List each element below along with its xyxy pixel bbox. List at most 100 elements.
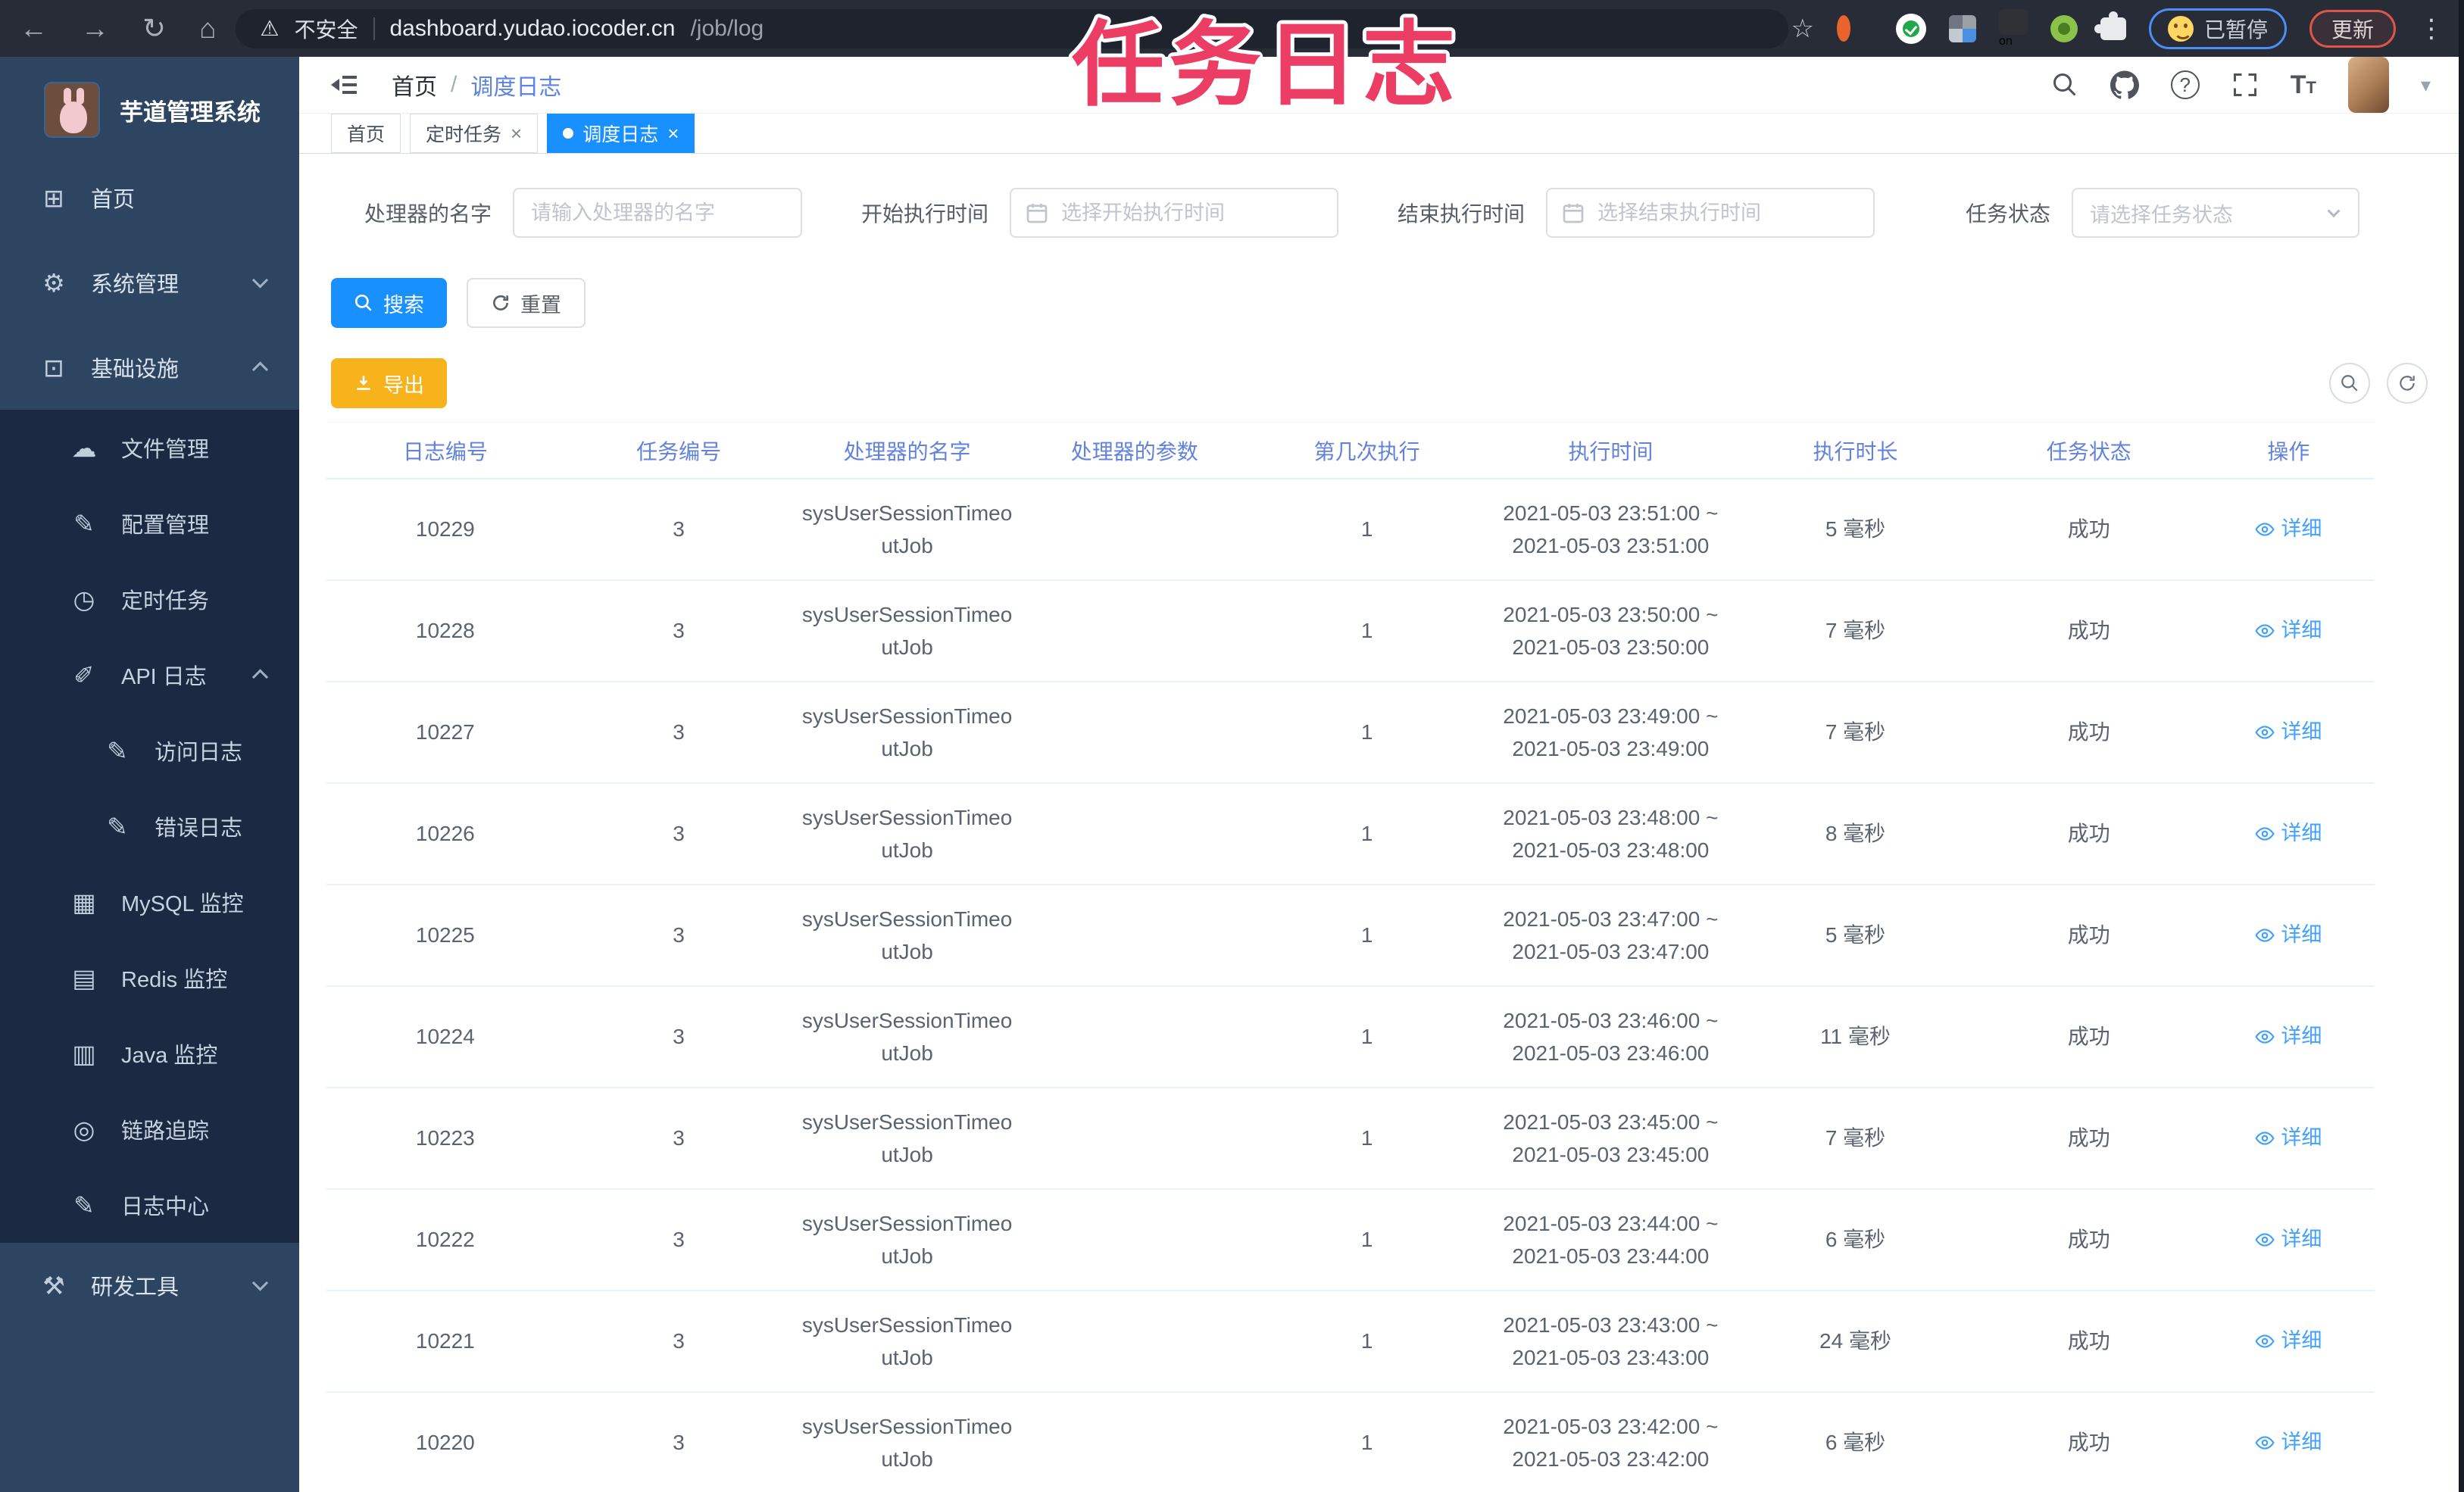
column-header: 处理器的参数 bbox=[1070, 439, 1198, 464]
leaf-extension-icon[interactable] bbox=[2050, 14, 2078, 42]
sidebar-item-api-logs[interactable]: ✐ API 日志 bbox=[0, 637, 299, 713]
table-row: 10228 3 sysUserSessionTimeoutJob 1 2021-… bbox=[326, 581, 2375, 682]
ring-extension-icon[interactable] bbox=[1836, 14, 1850, 42]
chevron-down-icon bbox=[251, 272, 269, 294]
handler-name: sysUserSessionTimeoutJob bbox=[801, 704, 1013, 760]
sidebar-item-system[interactable]: ⚙ 系统管理 bbox=[0, 240, 299, 325]
fullscreen-icon[interactable] bbox=[2231, 71, 2259, 98]
toolbox-icon: ⚒ bbox=[42, 1271, 65, 1300]
extensions-puzzle-icon[interactable] bbox=[2100, 17, 2126, 40]
search-button-label: 搜索 bbox=[383, 293, 424, 317]
grid-extension-icon[interactable] bbox=[1948, 14, 1976, 42]
actions-cell: 详细 bbox=[2203, 818, 2375, 850]
actions-cell: 详细 bbox=[2203, 919, 2375, 951]
run-index-cell: 1 bbox=[1360, 822, 1373, 846]
status-cell: 成功 bbox=[2067, 923, 2110, 947]
job-id-cell: 3 bbox=[673, 720, 685, 744]
handler-name-input[interactable] bbox=[513, 188, 802, 238]
breadcrumb-home[interactable]: 首页 bbox=[392, 68, 437, 101]
help-icon[interactable]: ? bbox=[2170, 70, 2200, 99]
sidebar-item-home[interactable]: ⊞ 首页 bbox=[0, 155, 299, 240]
status-cell: 成功 bbox=[2067, 1329, 2110, 1353]
scrollbar[interactable] bbox=[2459, 0, 2464, 1492]
detail-link[interactable]: 详细 bbox=[2255, 1122, 2322, 1154]
detail-link[interactable]: 详细 bbox=[2255, 615, 2322, 647]
on-extension-icon[interactable]: on bbox=[1998, 8, 2028, 48]
back-icon[interactable]: ← bbox=[20, 14, 48, 42]
reload-icon[interactable]: ↻ bbox=[142, 14, 166, 42]
detail-link[interactable]: 详细 bbox=[2255, 919, 2322, 951]
detail-link[interactable]: 详细 bbox=[2255, 1224, 2322, 1256]
handler-name-label: 处理器的名字 bbox=[364, 202, 492, 226]
not-secure-label[interactable]: 不安全 bbox=[294, 14, 358, 44]
app-logo-row[interactable]: 芋道管理系统 bbox=[0, 57, 299, 155]
v-extension-icon[interactable] bbox=[1895, 13, 1926, 44]
export-button-label: 导出 bbox=[383, 373, 424, 397]
github-icon[interactable] bbox=[2110, 70, 2139, 99]
sidebar-item-redis-monitor[interactable]: ▤ Redis 监控 bbox=[0, 940, 299, 1016]
table-row: 10221 3 sysUserSessionTimeoutJob 1 2021-… bbox=[326, 1291, 2375, 1393]
exec-time-end: 2021-05-03 23:46:00 bbox=[1512, 1041, 1710, 1065]
exec-time-start: 2021-05-03 23:44:00 ~ bbox=[1503, 1211, 1719, 1235]
home-icon[interactable]: ⌂ bbox=[199, 14, 216, 42]
detail-link[interactable]: 详细 bbox=[2255, 1427, 2322, 1459]
access-log-icon: ✎ bbox=[107, 736, 128, 765]
refresh-button[interactable] bbox=[2387, 363, 2428, 404]
sidebar-item-access-logs[interactable]: ✎ 访问日志 bbox=[0, 713, 299, 788]
avatar-caret-icon[interactable]: ▾ bbox=[2421, 73, 2431, 97]
paused-profile-pill[interactable]: 已暂停 bbox=[2148, 8, 2287, 49]
tab-scheduled-tasks[interactable]: 定时任务 × bbox=[410, 114, 539, 153]
sidebar-item-mysql-monitor[interactable]: ▦ MySQL 监控 bbox=[0, 864, 299, 940]
font-size-icon[interactable]: T T bbox=[2291, 70, 2316, 100]
end-time-input[interactable] bbox=[1546, 188, 1875, 238]
search-icon[interactable] bbox=[2051, 71, 2078, 98]
detail-link[interactable]: 详细 bbox=[2255, 513, 2322, 545]
close-icon[interactable]: × bbox=[667, 123, 679, 143]
exec-time-end: 2021-05-03 23:42:00 bbox=[1512, 1447, 1710, 1471]
avatar[interactable] bbox=[2347, 57, 2389, 113]
tab-home[interactable]: 首页 bbox=[331, 114, 401, 153]
browser-menu-icon[interactable]: ⋮ bbox=[2419, 14, 2444, 44]
reset-button[interactable]: 重置 bbox=[467, 278, 586, 328]
sidebar-item-log-center[interactable]: ✎ 日志中心 bbox=[0, 1167, 299, 1243]
bookmark-star-icon[interactable]: ☆ bbox=[1791, 14, 1813, 44]
handler-cell: sysUserSessionTimeoutJob bbox=[794, 801, 1021, 867]
sidebar-item-trace[interactable]: ◎ 链路追踪 bbox=[0, 1091, 299, 1167]
url-host: dashboard.yudao.iocoder.cn bbox=[389, 15, 676, 41]
sidebar-item-scheduled-tasks[interactable]: ◷ 定时任务 bbox=[0, 561, 299, 637]
sidebar-item-label: 链路追踪 bbox=[121, 1119, 210, 1144]
detail-link[interactable]: 详细 bbox=[2255, 716, 2322, 748]
sidebar-item-label: 日志中心 bbox=[121, 1195, 210, 1219]
address-bar[interactable]: ⚠ 不安全 dashboard.yudao.iocoder.cn/job/log bbox=[236, 8, 1789, 48]
duration-cell: 6 毫秒 bbox=[1825, 1431, 1886, 1455]
detail-link[interactable]: 详细 bbox=[2255, 1325, 2322, 1357]
tab-job-log[interactable]: 调度日志 × bbox=[547, 114, 695, 153]
sidebar-item-config-management[interactable]: ✎ 配置管理 bbox=[0, 485, 299, 561]
update-button[interactable]: 更新 bbox=[2309, 9, 2396, 48]
sidebar-fold-icon[interactable] bbox=[329, 72, 358, 98]
detail-link[interactable]: 详细 bbox=[2255, 1021, 2322, 1053]
sidebar-item-infrastructure[interactable]: ⊡ 基础设施 bbox=[0, 325, 299, 410]
exec-time-end: 2021-05-03 23:50:00 bbox=[1512, 635, 1710, 659]
topbar: 首页 / 调度日志 ? T T ▾ bbox=[299, 57, 2464, 114]
search-button[interactable]: 搜索 bbox=[331, 278, 447, 328]
forward-icon[interactable]: → bbox=[81, 14, 109, 42]
table-row: 10227 3 sysUserSessionTimeoutJob 1 2021-… bbox=[326, 682, 2375, 784]
task-status-select[interactable]: 请选择任务状态 bbox=[2072, 188, 2359, 238]
sidebar-item-dev-tools[interactable]: ⚒ 研发工具 bbox=[0, 1243, 299, 1328]
export-button[interactable]: 导出 bbox=[331, 358, 447, 408]
close-icon[interactable]: × bbox=[511, 123, 522, 143]
exec-time-end: 2021-05-03 23:45:00 bbox=[1512, 1143, 1710, 1166]
toggle-search-button[interactable] bbox=[2329, 363, 2370, 404]
handler-name: sysUserSessionTimeoutJob bbox=[801, 907, 1013, 963]
log-id-cell: 10225 bbox=[415, 923, 475, 947]
handler-name: sysUserSessionTimeoutJob bbox=[801, 1008, 1013, 1065]
log-id-cell: 10229 bbox=[415, 517, 475, 542]
sidebar-item-java-monitor[interactable]: ▥ Java 监控 bbox=[0, 1016, 299, 1091]
detail-link[interactable]: 详细 bbox=[2255, 818, 2322, 850]
job-id-cell: 3 bbox=[673, 1228, 685, 1252]
browser-chrome: ← → ↻ ⌂ ⚠ 不安全 dashboard.yudao.iocoder.cn… bbox=[0, 0, 2464, 57]
sidebar-item-error-logs[interactable]: ✎ 错误日志 bbox=[0, 788, 299, 864]
start-time-input[interactable] bbox=[1010, 188, 1338, 238]
sidebar-item-file-management[interactable]: ☁ 文件管理 bbox=[0, 410, 299, 485]
